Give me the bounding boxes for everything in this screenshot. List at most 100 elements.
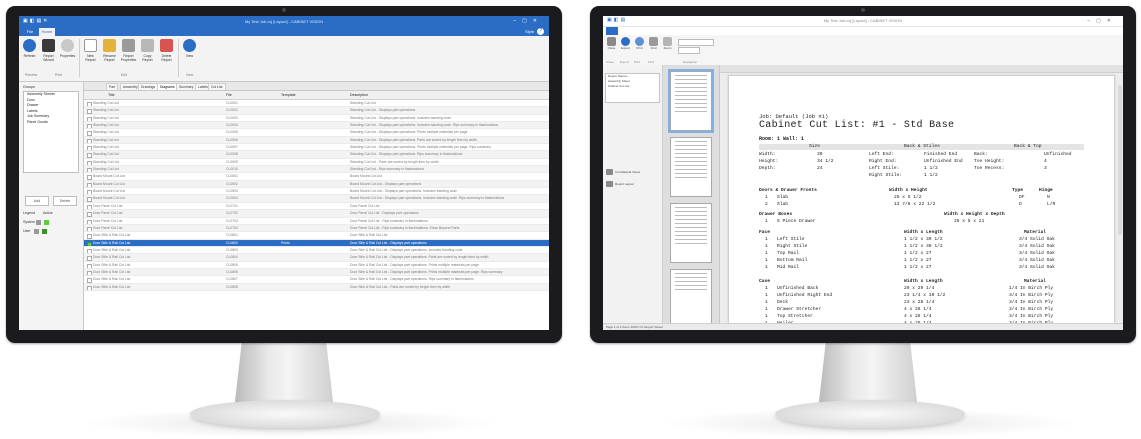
table-row[interactable]: Board Mount Cut List CL0501 Board Mount Cu… bbox=[84, 173, 549, 181]
properties-button[interactable]: Properties bbox=[59, 39, 76, 58]
table-row[interactable]: Board Mount Cut List CL0503 Board Mount Cu… bbox=[84, 188, 549, 196]
table-row[interactable]: Door Stile & Rail Cut List CL0803 Door Sti… bbox=[84, 247, 549, 255]
legend-label: Legend bbox=[23, 211, 35, 215]
row-check-icon bbox=[87, 270, 92, 276]
group-item[interactable]: Panel Goods bbox=[24, 120, 78, 126]
table-row[interactable]: Standing Cut List CL0003 Standing Cut List… bbox=[84, 115, 549, 123]
tab-home[interactable]: Home bbox=[39, 28, 55, 36]
export-button[interactable]: Export bbox=[619, 37, 632, 51]
view-tab-part[interactable]: Part bbox=[106, 83, 119, 90]
report-wizard-button[interactable]: Report Wizard bbox=[40, 39, 57, 62]
table-row[interactable]: Standing Cut List CL0010 Standing Cut List… bbox=[84, 166, 549, 174]
table-row[interactable]: Standing Cut List CL0005 Standing Cut List… bbox=[84, 129, 549, 137]
view-button[interactable]: View bbox=[181, 39, 198, 58]
case-size: 4 x 28 1/4 bbox=[904, 314, 932, 319]
page-number-field[interactable] bbox=[678, 47, 700, 54]
row-title: Door Stile & Rail Cut List bbox=[93, 233, 131, 238]
view-tab-diagrams[interactable]: Diagrams bbox=[157, 83, 178, 90]
report-properties-button[interactable]: Report Properties bbox=[120, 39, 137, 62]
table-row[interactable]: Door Stile & Rail Cut List CL0801 Door Sti… bbox=[84, 232, 549, 240]
table-row[interactable]: Standing Cut List CL0001 Standing Cut List bbox=[84, 100, 549, 108]
case-part-name: Unfinished Right End bbox=[777, 293, 833, 298]
page-thumbnail[interactable] bbox=[670, 269, 712, 329]
row-file: CL0806 bbox=[226, 269, 238, 274]
view-tab-cut-list[interactable]: Cut List bbox=[208, 83, 226, 90]
table-row[interactable]: Door Stile & Rail Cut List CL0805 Door Sti… bbox=[84, 262, 549, 269]
print-icon bbox=[635, 37, 644, 46]
table-row[interactable]: Door Stile & Rail Cut List CL0804 Door Sti… bbox=[84, 254, 549, 262]
door-type: D bbox=[1019, 202, 1022, 207]
window-controls[interactable]: –▢✕ bbox=[513, 16, 543, 27]
style-dropdown[interactable]: Style bbox=[525, 28, 534, 36]
view-tabs: Part Assembly Drawings Diagrams Summary … bbox=[84, 82, 549, 91]
face-size: 1 1/2 x 30 1/2 bbox=[904, 244, 943, 249]
find-button[interactable]: Find bbox=[647, 37, 660, 51]
row-title: Standing Cut List bbox=[93, 130, 119, 135]
table-row[interactable]: Board Mount Cut List CL0504 Board Mount Cu… bbox=[84, 195, 549, 203]
case-size: 4 x 28 1/4 bbox=[904, 307, 932, 312]
doors-type-header: Type bbox=[1012, 188, 1024, 193]
refresh-button[interactable]: Refresh bbox=[21, 39, 38, 58]
table-row[interactable]: Door Panel Cut List CL0701 Door Panel Cut … bbox=[84, 203, 549, 211]
right-tab-file[interactable] bbox=[606, 27, 618, 35]
row-title: Standing Cut List bbox=[93, 167, 119, 172]
table-row[interactable]: Door Stile & Rail Cut List CL0806 Door Sti… bbox=[84, 268, 549, 277]
table-row[interactable]: Board Mount Cut List CL0502 Board Mount Cu… bbox=[84, 180, 549, 189]
table-row[interactable]: Standing Cut List CL0006 Standing Cut List… bbox=[84, 136, 549, 145]
col-template[interactable]: Template bbox=[281, 91, 296, 99]
page-thumbnail[interactable] bbox=[668, 69, 714, 133]
add-group-button[interactable]: Add bbox=[25, 196, 49, 206]
groups-label: Groups bbox=[23, 85, 35, 89]
rename-report-button[interactable]: Rename Report bbox=[101, 39, 118, 62]
table-row[interactable]: Door Stile & Rail Cut List CL0802 Prints Do… bbox=[84, 239, 549, 247]
table-row[interactable]: Door Stile & Rail Cut List CL0807 Door Sti… bbox=[84, 276, 549, 284]
right-window-controls[interactable]: –▢✕ bbox=[1087, 16, 1117, 26]
delete-report-button[interactable]: Delete Report bbox=[158, 39, 175, 62]
report-layout-item[interactable]: Report Layout bbox=[606, 181, 634, 187]
table-row[interactable]: Standing Cut List CL0009 Standing Cut List… bbox=[84, 159, 549, 167]
cut-material-views-item[interactable]: Cut Material Views bbox=[606, 169, 640, 175]
zoom-button[interactable]: Zoom bbox=[661, 37, 674, 51]
new-report-button[interactable]: New Report bbox=[82, 39, 99, 62]
delete-group-button[interactable]: Delete bbox=[53, 196, 77, 206]
table-row[interactable]: Standing Cut List CL0007 Standing Cut List… bbox=[84, 144, 549, 152]
col-description[interactable]: Description bbox=[350, 91, 368, 99]
col-title[interactable]: Title bbox=[108, 91, 115, 99]
left-screen: ▣◧▤✕ My Test Job.cvj [Layout] - CABINET … bbox=[19, 16, 549, 330]
col-file[interactable]: File bbox=[226, 91, 232, 99]
print-button[interactable]: Print bbox=[633, 37, 646, 51]
table-row[interactable]: Door Panel Cut List CL0704 Door Panel Cut … bbox=[84, 224, 549, 233]
case-size: 23 1/4 x 30 1/2 bbox=[904, 293, 946, 298]
top-label: Back: bbox=[974, 152, 988, 157]
row-file: CL0807 bbox=[226, 277, 238, 282]
face-wl-header: Width x Length bbox=[904, 230, 943, 235]
page-thumbnail[interactable] bbox=[670, 203, 712, 263]
tab-file[interactable]: File bbox=[23, 28, 37, 36]
page-thumbnail[interactable] bbox=[670, 137, 712, 197]
table-row[interactable]: Door Stile & Rail Cut List CL0808 Door Sti… bbox=[84, 283, 549, 291]
report-list-item[interactable]: Cabinet Cut List bbox=[606, 84, 659, 89]
table-row[interactable]: Door Panel Cut List CL0702 Door Panel Cut … bbox=[84, 210, 549, 218]
report-name-list[interactable]: Report Names Assembly Sheet Cabinet Cut … bbox=[605, 73, 660, 103]
groups-list[interactable]: Assembly Sheets Door Drawer Labels Job S… bbox=[23, 91, 79, 173]
row-check-icon bbox=[87, 190, 92, 195]
viewer-scrollbar[interactable] bbox=[1118, 85, 1122, 235]
view-tab-drawings[interactable]: Drawings bbox=[138, 83, 159, 90]
navigation-controls[interactable] bbox=[678, 39, 714, 46]
close-button[interactable]: Close bbox=[605, 37, 618, 51]
view-tab-summary[interactable]: Summary bbox=[176, 83, 197, 90]
table-row[interactable]: Standing Cut List CL0002 Standing Cut List… bbox=[84, 107, 549, 115]
drawer-size: 26 x 5 x 21 bbox=[954, 219, 985, 224]
row-title: Door Panel Cut List bbox=[93, 211, 123, 216]
user-active-icon bbox=[41, 228, 47, 234]
help-icon[interactable]: ? bbox=[537, 28, 544, 35]
row-title: Standing Cut List bbox=[93, 145, 119, 150]
row-title: Standing Cut List bbox=[93, 101, 119, 105]
table-row[interactable]: Door Panel Cut List CL0703 Door Panel Cut … bbox=[84, 218, 549, 225]
table-row[interactable]: Standing Cut List CL0008 Standing Cut List… bbox=[84, 151, 549, 159]
copy-report-button[interactable]: Copy Report bbox=[139, 39, 156, 62]
row-description: Door Stile & Rail Cut List - Parts are s… bbox=[350, 284, 451, 289]
table-row[interactable]: Standing Cut List CL0004 Standing Cut List… bbox=[84, 122, 549, 130]
row-title: Board Mount Cut List bbox=[93, 189, 125, 194]
row-title: Door Stile & Rail Cut List bbox=[93, 240, 131, 245]
